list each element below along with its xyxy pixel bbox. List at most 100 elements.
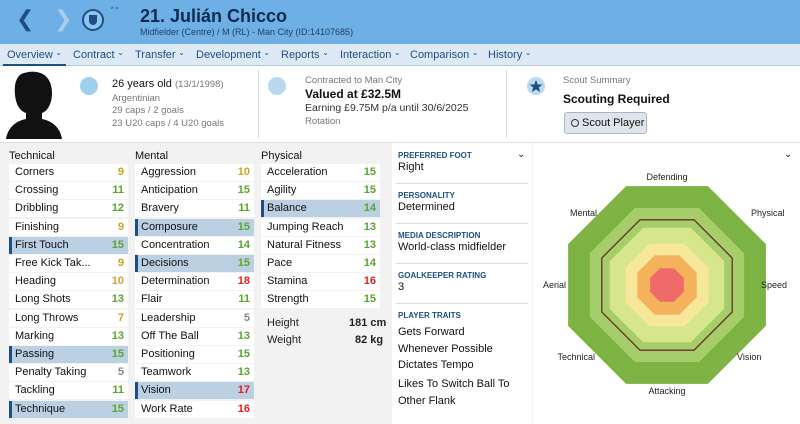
radar-ring — [650, 268, 684, 302]
attribute-value: 15 — [237, 348, 250, 360]
contract-club: Contracted to Man City — [305, 75, 403, 86]
attribute-row[interactable]: Agility 15 — [261, 182, 380, 200]
attribute-row[interactable]: Tackling 11 — [9, 382, 128, 400]
attribute-row[interactable]: Dribbling 12 — [9, 200, 128, 218]
attribute-row[interactable]: Penalty Taking 5 — [9, 364, 128, 382]
scout-player-button[interactable]: Scout Player — [564, 112, 647, 134]
club-badge-icon[interactable] — [82, 9, 104, 31]
tab-overview[interactable]: Overview — [7, 49, 62, 61]
attribute-row[interactable]: Finishing 9 — [9, 218, 128, 236]
attribute-name: Agility — [267, 184, 297, 197]
attribute-name: Concentration — [141, 238, 210, 251]
tab-interaction[interactable]: Interaction — [340, 49, 401, 61]
back-arrow-icon[interactable]: ❮ — [16, 9, 34, 31]
divider — [506, 70, 507, 138]
attribute-row[interactable]: Leadership 5 — [135, 309, 254, 327]
attribute-name: Anticipation — [141, 184, 198, 197]
radar-label: Defending — [646, 172, 687, 182]
attribute-row[interactable]: Anticipation 15 — [135, 182, 254, 200]
attribute-row[interactable]: Long Throws 7 — [9, 309, 128, 327]
attribute-name: Long Throws — [15, 311, 79, 324]
attribute-row[interactable]: Passing 15 — [9, 346, 128, 363]
radar-label: Speed — [761, 280, 787, 290]
attribute-row[interactable]: Jumping Reach 13 — [261, 218, 380, 236]
attribute-name: Decisions — [141, 257, 189, 269]
attribute-name: Free Kick Tak... — [15, 257, 91, 269]
attribute-row[interactable]: Acceleration 15 — [261, 164, 380, 181]
attribute-row[interactable]: Bravery 11 — [135, 200, 254, 218]
star-icon — [527, 77, 545, 95]
attribute-value: 15 — [363, 293, 376, 306]
player-trait: Dictates Tempo — [398, 359, 474, 371]
attribute-row[interactable]: Positioning 15 — [135, 346, 254, 363]
weight-value: 82 kg — [355, 334, 384, 346]
attribute-name: First Touch — [15, 238, 69, 251]
attribute-row[interactable]: Composure 15 — [135, 218, 254, 236]
attribute-row[interactable]: Teamwork 13 — [135, 364, 254, 382]
personality-value: Determined — [398, 201, 455, 213]
attribute-row[interactable]: Technique 15 — [9, 400, 128, 418]
attribute-row[interactable]: Determination 18 — [135, 273, 254, 291]
forward-arrow-icon[interactable]: ❯ — [54, 9, 72, 31]
attribute-row[interactable]: Corners 9 — [9, 164, 128, 181]
attribute-name: Corners — [15, 166, 55, 178]
chevron-down-icon[interactable]: ⌄ — [517, 149, 525, 160]
attribute-name: Acceleration — [267, 166, 328, 178]
u20-caps: 23 U20 caps / 4 U20 goals — [112, 118, 224, 129]
attribute-row[interactable]: Vision 17 — [135, 382, 254, 400]
attribute-row[interactable]: Stamina 16 — [261, 273, 380, 291]
attribute-name: Passing — [15, 348, 55, 360]
attribute-value: 16 — [363, 275, 376, 288]
attribute-value: 13 — [363, 238, 376, 251]
weight-label: Weight — [267, 334, 302, 346]
attribute-row[interactable]: Strength 15 — [261, 291, 380, 309]
tab-contract[interactable]: Contract — [73, 49, 124, 61]
radar-label: Physical — [751, 208, 785, 218]
attribute-row[interactable]: Balance 14 — [261, 200, 380, 218]
attribute-name: Tackling — [15, 384, 55, 397]
attribute-row[interactable]: Natural Fitness 13 — [261, 236, 380, 254]
radar-label: Mental — [570, 208, 597, 218]
attribute-row[interactable]: Pace 14 — [261, 255, 380, 272]
radar-chart: Defending Physical Speed Vision Attacking Tec… — [543, 172, 787, 396]
tab-development[interactable]: Development — [196, 49, 270, 61]
attribute-value: 5 — [243, 311, 250, 324]
attribute-name: Balance — [267, 202, 307, 215]
scout-status: Scouting Required — [563, 92, 670, 106]
attribute-row[interactable]: Decisions 15 — [135, 255, 254, 272]
attribute-row[interactable]: Free Kick Tak... 9 — [9, 255, 128, 272]
height-value: 181 cm — [349, 317, 387, 329]
attribute-row[interactable]: Crossing 11 — [9, 182, 128, 200]
attribute-row[interactable]: Heading 10 — [9, 273, 128, 291]
player-value: Valued at £32.5M — [305, 87, 402, 101]
radar-label: Vision — [737, 352, 761, 362]
attribute-name: Vision — [141, 384, 171, 397]
goalkeeper-rating-value: 3 — [398, 281, 405, 293]
caps: 29 caps / 2 goals — [112, 105, 184, 116]
tab-transfer[interactable]: Transfer — [135, 49, 185, 61]
attribute-row[interactable]: Long Shots 13 — [9, 291, 128, 309]
attribute-row[interactable]: First Touch 15 — [9, 236, 128, 254]
attribute-row[interactable]: Marking 13 — [9, 327, 128, 345]
attribute-row[interactable]: Flair 11 — [135, 291, 254, 309]
attribute-value: 17 — [237, 384, 250, 397]
attribute-row[interactable]: Concentration 14 — [135, 236, 254, 254]
club-badge-icon — [268, 77, 286, 95]
attribute-value: 13 — [363, 220, 376, 233]
attribute-value: 7 — [117, 311, 124, 324]
attribute-row[interactable]: Work Rate 16 — [135, 400, 254, 418]
height-label: Height — [267, 317, 299, 329]
attribute-value: 10 — [111, 275, 124, 288]
tab-history[interactable]: History — [488, 49, 531, 61]
player-silhouette — [6, 71, 62, 139]
attribute-value: 11 — [112, 384, 124, 397]
sort-arrows-icon[interactable]: ˄˅ — [110, 7, 119, 17]
tab-reports[interactable]: Reports — [281, 49, 329, 61]
attribute-row[interactable]: Aggression 10 — [135, 164, 254, 181]
divider — [396, 183, 528, 184]
radar-label: Technical — [557, 352, 595, 362]
attribute-row[interactable]: Off The Ball 13 — [135, 327, 254, 345]
attribute-name: Aggression — [141, 166, 197, 178]
nationality: Argentinian — [112, 93, 161, 104]
tab-comparison[interactable]: Comparison — [410, 49, 479, 61]
